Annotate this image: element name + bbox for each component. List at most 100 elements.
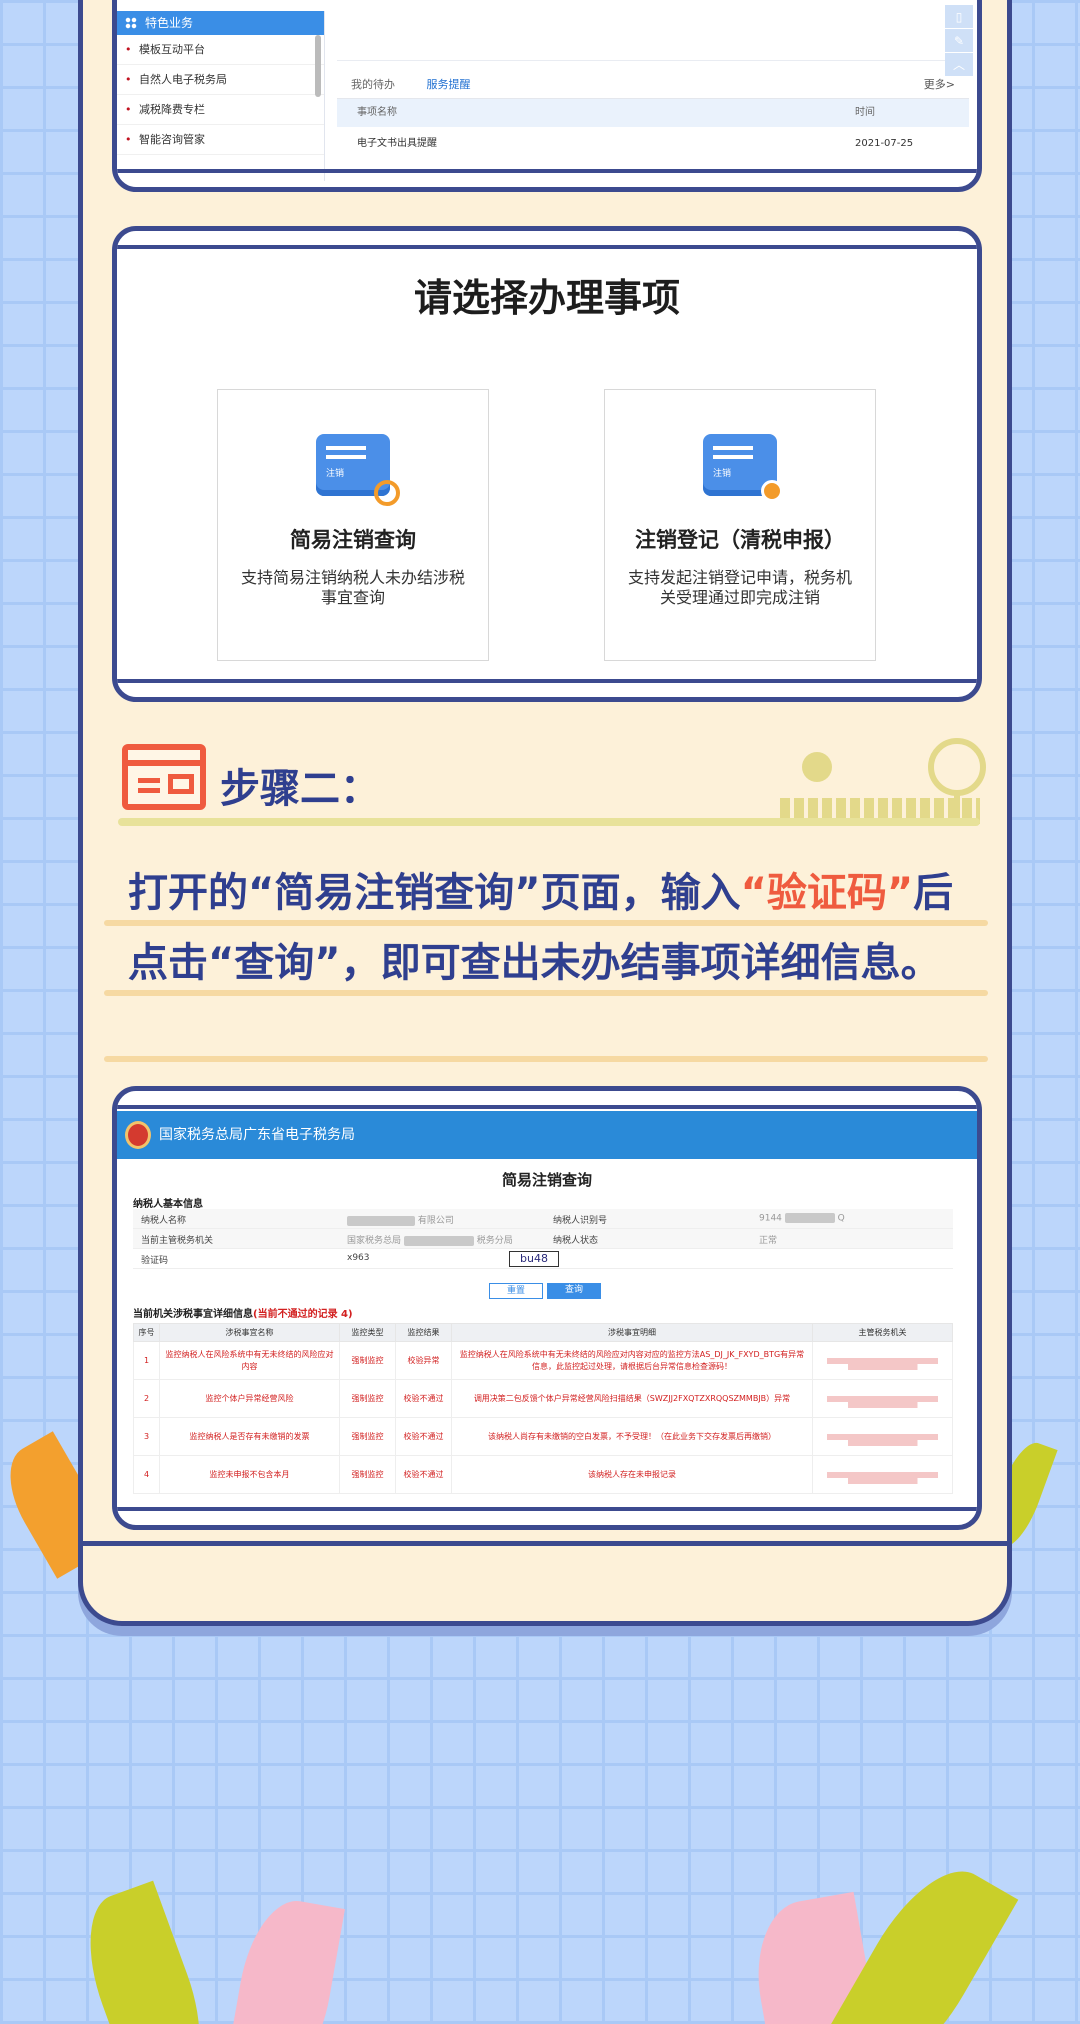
- column-header: 时间: [855, 107, 875, 118]
- row-name: 电子文书出具提醒: [357, 138, 437, 149]
- icon-tag: 注销: [713, 469, 732, 479]
- table-header-row: 序号 涉税事宜名称 监控类型 监控结果 涉税事宜明细 主管税务机关: [133, 1323, 953, 1342]
- card-title: 注销登记（清税申报）: [635, 528, 845, 552]
- redacted: [403, 1235, 474, 1246]
- query-button[interactable]: 查询: [547, 1283, 601, 1299]
- table-row[interactable]: 1 监控纳税人在风险系统中有无未终结的风险应对内容 强制监控 校验异常 监控纳税…: [133, 1341, 953, 1380]
- info-label: 当前主管税务机关: [141, 1236, 214, 1246]
- cell-result: 校验不通过: [395, 1379, 452, 1418]
- sidebar-item[interactable]: 自然人电子税务局: [117, 65, 324, 95]
- decor-leaf: [68, 1880, 222, 2024]
- sidebar-item[interactable]: 智能咨询管家: [117, 125, 324, 155]
- more-link[interactable]: 更多>: [924, 71, 955, 99]
- site-title: 国家税务总局广东省电子税务局: [159, 1127, 355, 1143]
- cell-no: 3: [133, 1417, 160, 1456]
- mobile-icon[interactable]: ▯: [945, 5, 973, 29]
- screenshot-frame-query: 国家税务总局广东省电子税务局 简易注销查询 纳税人基本信息 纳税人名称 有限公司…: [112, 1086, 982, 1530]
- cell-detail: 该纳税人尚存有未缴销的空白发票，不予受理！（在此业务下交存发票后再缴销）: [451, 1417, 813, 1456]
- column-header: 监控类型: [339, 1323, 396, 1342]
- paragraph-rule: [104, 1056, 988, 1062]
- cell-result: 校验不通过: [395, 1455, 452, 1494]
- edit-icon[interactable]: ✎: [945, 29, 973, 53]
- sidebar-item[interactable]: 模板互动平台: [117, 35, 324, 65]
- cell-no: 4: [133, 1455, 160, 1494]
- sidebar-scrollbar[interactable]: [315, 35, 321, 97]
- table-header: 事项名称 时间: [337, 99, 969, 127]
- pen-icon: [761, 480, 783, 502]
- tree-decoration: [928, 738, 986, 796]
- cell-result: 校验异常: [395, 1341, 452, 1380]
- detail-table: 序号 涉税事宜名称 监控类型 监控结果 涉税事宜明细 主管税务机关 1 监控纳税…: [133, 1323, 953, 1494]
- magnifier-icon: [374, 480, 400, 506]
- column-header: 监控结果: [395, 1323, 452, 1342]
- table-row[interactable]: 2 监控个体户异常经营风险 强制监控 校验不通过 调用决策二包反馈个体户异常经营…: [133, 1379, 953, 1418]
- row-date: 2021-07-25: [855, 138, 914, 149]
- info-row: 验证码 x963 bu48: [133, 1249, 953, 1269]
- todo-tabs: 我的待办 服务提醒 更多>: [337, 71, 969, 99]
- step-title: 步骤二：: [220, 766, 380, 812]
- step-underline: [118, 818, 980, 826]
- screenshot-frame-choose: 请选择办理事项 注销 简易注销查询 支持简易注销纳税人未办结涉税事宜查询 注销 …: [112, 226, 982, 702]
- sidebar-item[interactable]: 减税降费专栏: [117, 95, 324, 125]
- info-value: 9144 Q: [759, 1213, 845, 1224]
- card-simple-cancel-query[interactable]: 注销 简易注销查询 支持简易注销纳税人未办结涉税事宜查询: [217, 389, 489, 661]
- sun-decoration: [802, 752, 832, 782]
- screenshot-frame-portal: 特色业务 模板互动平台 自然人电子税务局 减税降费专栏 智能咨询管家 ▯ ✎ ︿…: [112, 0, 982, 192]
- column-header: 涉税事宜明细: [451, 1323, 813, 1342]
- tax-emblem-icon: [125, 1121, 151, 1149]
- cell-result: 校验不通过: [395, 1417, 452, 1456]
- cell-type: 强制监控: [339, 1455, 396, 1494]
- info-value: 正常: [759, 1236, 778, 1246]
- sidebar-header[interactable]: 特色业务: [117, 11, 324, 35]
- sidebar-header-label: 特色业务: [145, 16, 194, 30]
- cell-detail: 调用决策二包反馈个体户异常经营风险扫描结果（SWZJJ2FXQTZXRQQSZM…: [451, 1379, 813, 1418]
- cell-detail: 监控纳税人在风险系统中有无未终结的风险应对内容对应的监控方法AS_DJ_JK_F…: [451, 1341, 813, 1380]
- cell-authority-redacted: [812, 1341, 953, 1380]
- info-value: 有限公司: [347, 1213, 454, 1226]
- captcha-input[interactable]: x963: [347, 1253, 370, 1263]
- page-title: 请选择办理事项: [413, 276, 680, 320]
- taxpayer-info: 纳税人名称 有限公司 纳税人识别号 9144 Q 当前主管税务机关 国家税务总局…: [133, 1209, 953, 1269]
- info-row: 纳税人名称 有限公司 纳税人识别号 9144 Q: [133, 1209, 953, 1229]
- info-label: 验证码: [141, 1256, 169, 1266]
- para-highlight: “验证码”: [740, 870, 914, 916]
- cell-name: 监控纳税人是否存有未缴销的发票: [159, 1417, 340, 1456]
- card-cancel-registration[interactable]: 注销 注销登记（清税申报） 支持发起注销登记申请，税务机关受理通过即完成注销: [604, 389, 876, 661]
- sidebar: 特色业务 模板互动平台 自然人电子税务局 减税降费专栏 智能咨询管家: [117, 11, 325, 181]
- cell-name: 监控未申报不包含本月: [159, 1455, 340, 1494]
- info-value: 国家税务总局 税务分局: [347, 1235, 513, 1246]
- record-count: (当前不通过的记录 4): [253, 1309, 353, 1320]
- table-row[interactable]: 4 监控未申报不包含本月 强制监控 校验不通过 该纳税人存在未申报记录: [133, 1455, 953, 1494]
- cancel-edit-icon: 注销: [703, 434, 783, 502]
- tab-my-todo[interactable]: 我的待办: [351, 78, 395, 91]
- table-row[interactable]: 电子文书出具提醒 2021-07-25: [337, 127, 969, 161]
- para-text: 打开的“简易注销查询”页面，输入: [128, 870, 741, 916]
- table-row[interactable]: 3 监控纳税人是否存有未缴销的发票 强制监控 校验不通过 该纳税人尚存有未缴销的…: [133, 1417, 953, 1456]
- cancel-search-icon: 注销: [316, 434, 400, 506]
- cell-authority-redacted: [812, 1455, 953, 1494]
- cell-authority-redacted: [812, 1379, 953, 1418]
- cell-name: 监控个体户异常经营风险: [159, 1379, 340, 1418]
- decor-leaf: [225, 1893, 345, 2024]
- info-label: 纳税人状态: [553, 1236, 599, 1246]
- cell-type: 强制监控: [339, 1379, 396, 1418]
- cell-detail: 该纳税人存在未申报记录: [451, 1455, 813, 1494]
- cell-no: 1: [133, 1341, 160, 1380]
- captcha-image[interactable]: bu48: [509, 1251, 559, 1267]
- browser-window-icon: [122, 744, 206, 810]
- cell-type: 强制监控: [339, 1341, 396, 1380]
- column-header: 主管税务机关: [812, 1323, 953, 1342]
- tab-service-reminder[interactable]: 服务提醒: [427, 78, 471, 91]
- card-title: 简易注销查询: [290, 528, 416, 552]
- reset-button[interactable]: 重置: [489, 1283, 543, 1299]
- icon-tag: 注销: [326, 469, 345, 479]
- info-label: 纳税人识别号: [553, 1216, 608, 1226]
- grid-icon: [125, 17, 137, 29]
- cell-authority-redacted: [812, 1417, 953, 1456]
- section-label: 纳税人基本信息: [133, 1199, 203, 1210]
- cell-name: 监控纳税人在风险系统中有无未终结的风险应对内容: [159, 1341, 340, 1380]
- card-description: 支持发起注销登记申请，税务机关受理通过即完成注销: [627, 568, 852, 607]
- info-label: 纳税人名称: [141, 1216, 187, 1226]
- cell-type: 强制监控: [339, 1417, 396, 1456]
- cell-no: 2: [133, 1379, 160, 1418]
